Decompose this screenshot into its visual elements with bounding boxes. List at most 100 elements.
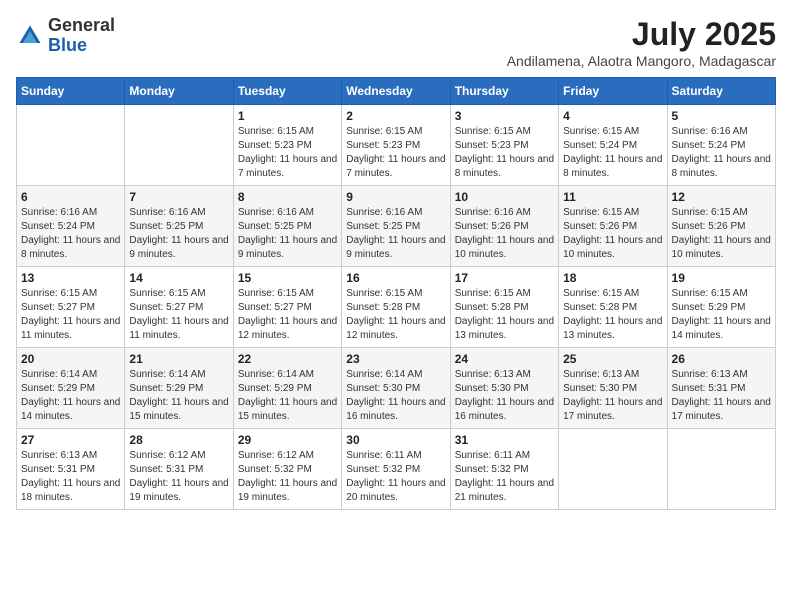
day-detail: Sunrise: 6:15 AMSunset: 5:28 PMDaylight:… xyxy=(455,287,554,343)
calendar-cell: 25 Sunrise: 6:13 AMSunset: 5:30 PMDayligh… xyxy=(559,348,667,429)
day-number: 24 xyxy=(455,352,554,366)
day-number: 7 xyxy=(129,190,228,204)
calendar-cell: 1 Sunrise: 6:15 AMSunset: 5:23 PMDaylight… xyxy=(233,105,341,186)
day-detail: Sunrise: 6:13 AMSunset: 5:30 PMDaylight:… xyxy=(563,368,662,424)
day-detail: Sunrise: 6:16 AMSunset: 5:24 PMDaylight:… xyxy=(21,206,120,262)
day-detail: Sunrise: 6:16 AMSunset: 5:26 PMDaylight:… xyxy=(455,206,554,262)
day-detail: Sunrise: 6:16 AMSunset: 5:25 PMDaylight:… xyxy=(238,206,337,262)
day-number: 2 xyxy=(346,109,445,123)
day-number: 20 xyxy=(21,352,120,366)
day-number: 25 xyxy=(563,352,662,366)
day-detail: Sunrise: 6:15 AMSunset: 5:27 PMDaylight:… xyxy=(129,287,228,343)
day-detail: Sunrise: 6:11 AMSunset: 5:32 PMDaylight:… xyxy=(346,449,445,505)
calendar-cell: 31Sunrise: 6:11 AMSunset: 5:32 PMDayligh… xyxy=(450,429,558,510)
calendar-cell: 3Sunrise: 6:15 AMSunset: 5:23 PMDaylight… xyxy=(450,105,558,186)
weekday-header: Friday xyxy=(559,78,667,105)
calendar-cell: 2Sunrise: 6:15 AMSunset: 5:23 PMDaylight… xyxy=(342,105,450,186)
calendar-week-row: 6 Sunrise: 6:16 AMSunset: 5:24 PMDaylight… xyxy=(17,186,776,267)
day-number: 1 xyxy=(238,109,337,123)
day-detail: Sunrise: 6:15 AMSunset: 5:26 PMDaylight:… xyxy=(672,206,771,262)
calendar-cell xyxy=(17,105,125,186)
day-detail: Sunrise: 6:16 AMSunset: 5:24 PMDaylight:… xyxy=(672,125,771,181)
calendar-cell: 8 Sunrise: 6:16 AMSunset: 5:25 PMDaylight… xyxy=(233,186,341,267)
day-number: 21 xyxy=(129,352,228,366)
calendar-cell xyxy=(559,429,667,510)
month-year: July 2025 xyxy=(507,16,776,53)
day-number: 8 xyxy=(238,190,337,204)
day-detail: Sunrise: 6:13 AMSunset: 5:30 PMDaylight:… xyxy=(455,368,554,424)
calendar-cell: 20 Sunrise: 6:14 AMSunset: 5:29 PMDayligh… xyxy=(17,348,125,429)
calendar-cell: 12 Sunrise: 6:15 AMSunset: 5:26 PMDayligh… xyxy=(667,186,775,267)
logo-blue: Blue xyxy=(48,35,87,55)
day-number: 30 xyxy=(346,433,445,447)
weekday-header: Tuesday xyxy=(233,78,341,105)
day-number: 15 xyxy=(238,271,337,285)
calendar-cell: 28Sunrise: 6:12 AMSunset: 5:31 PMDayligh… xyxy=(125,429,233,510)
day-detail: Sunrise: 6:13 AMSunset: 5:31 PMDaylight:… xyxy=(21,449,120,505)
day-number: 6 xyxy=(21,190,120,204)
day-number: 19 xyxy=(672,271,771,285)
calendar-cell: 4Sunrise: 6:15 AMSunset: 5:24 PMDaylight… xyxy=(559,105,667,186)
day-number: 9 xyxy=(346,190,445,204)
day-number: 22 xyxy=(238,352,337,366)
day-number: 16 xyxy=(346,271,445,285)
calendar-cell: 24 Sunrise: 6:13 AMSunset: 5:30 PMDayligh… xyxy=(450,348,558,429)
day-detail: Sunrise: 6:15 AMSunset: 5:28 PMDaylight:… xyxy=(346,287,445,343)
logo-text: General Blue xyxy=(48,16,115,56)
day-number: 5 xyxy=(672,109,771,123)
calendar-week-row: 1 Sunrise: 6:15 AMSunset: 5:23 PMDaylight… xyxy=(17,105,776,186)
day-detail: Sunrise: 6:15 AMSunset: 5:24 PMDaylight:… xyxy=(563,125,662,181)
calendar-cell: 16 Sunrise: 6:15 AMSunset: 5:28 PMDayligh… xyxy=(342,267,450,348)
calendar-week-row: 20 Sunrise: 6:14 AMSunset: 5:29 PMDayligh… xyxy=(17,348,776,429)
weekday-header: Thursday xyxy=(450,78,558,105)
calendar-cell: 26Sunrise: 6:13 AMSunset: 5:31 PMDayligh… xyxy=(667,348,775,429)
day-detail: Sunrise: 6:15 AMSunset: 5:27 PMDaylight:… xyxy=(238,287,337,343)
calendar-cell: 29 Sunrise: 6:12 AMSunset: 5:32 PMDayligh… xyxy=(233,429,341,510)
day-number: 17 xyxy=(455,271,554,285)
calendar-cell: 21 Sunrise: 6:14 AMSunset: 5:29 PMDayligh… xyxy=(125,348,233,429)
day-number: 14 xyxy=(129,271,228,285)
calendar-cell: 22 Sunrise: 6:14 AMSunset: 5:29 PMDayligh… xyxy=(233,348,341,429)
weekday-header: Wednesday xyxy=(342,78,450,105)
calendar-cell: 17 Sunrise: 6:15 AMSunset: 5:28 PMDayligh… xyxy=(450,267,558,348)
weekday-header: Saturday xyxy=(667,78,775,105)
calendar-cell: 15 Sunrise: 6:15 AMSunset: 5:27 PMDayligh… xyxy=(233,267,341,348)
weekday-header: Monday xyxy=(125,78,233,105)
day-detail: Sunrise: 6:13 AMSunset: 5:31 PMDaylight:… xyxy=(672,368,771,424)
day-detail: Sunrise: 6:12 AMSunset: 5:32 PMDaylight:… xyxy=(238,449,337,505)
day-number: 27 xyxy=(21,433,120,447)
calendar-week-row: 27 Sunrise: 6:13 AMSunset: 5:31 PMDayligh… xyxy=(17,429,776,510)
day-detail: Sunrise: 6:15 AMSunset: 5:29 PMDaylight:… xyxy=(672,287,771,343)
weekday-header-row: SundayMondayTuesdayWednesdayThursdayFrid… xyxy=(17,78,776,105)
calendar-cell: 19 Sunrise: 6:15 AMSunset: 5:29 PMDayligh… xyxy=(667,267,775,348)
logo-icon xyxy=(16,22,44,50)
title-block: July 2025 Andilamena, Alaotra Mangoro, M… xyxy=(507,16,776,69)
day-number: 29 xyxy=(238,433,337,447)
day-detail: Sunrise: 6:14 AMSunset: 5:29 PMDaylight:… xyxy=(129,368,228,424)
day-number: 28 xyxy=(129,433,228,447)
day-number: 31 xyxy=(455,433,554,447)
calendar-table: SundayMondayTuesdayWednesdayThursdayFrid… xyxy=(16,77,776,510)
calendar-cell: 13 Sunrise: 6:15 AMSunset: 5:27 PMDayligh… xyxy=(17,267,125,348)
day-number: 10 xyxy=(455,190,554,204)
location: Andilamena, Alaotra Mangoro, Madagascar xyxy=(507,53,776,69)
calendar-cell: 30 Sunrise: 6:11 AMSunset: 5:32 PMDayligh… xyxy=(342,429,450,510)
day-detail: Sunrise: 6:14 AMSunset: 5:29 PMDaylight:… xyxy=(21,368,120,424)
calendar-cell: 6 Sunrise: 6:16 AMSunset: 5:24 PMDaylight… xyxy=(17,186,125,267)
day-number: 12 xyxy=(672,190,771,204)
day-number: 23 xyxy=(346,352,445,366)
logo-general: General xyxy=(48,15,115,35)
day-number: 13 xyxy=(21,271,120,285)
logo: General Blue xyxy=(16,16,115,56)
day-number: 3 xyxy=(455,109,554,123)
day-detail: Sunrise: 6:16 AMSunset: 5:25 PMDaylight:… xyxy=(346,206,445,262)
calendar-cell: 14 Sunrise: 6:15 AMSunset: 5:27 PMDayligh… xyxy=(125,267,233,348)
day-detail: Sunrise: 6:14 AMSunset: 5:29 PMDaylight:… xyxy=(238,368,337,424)
calendar-cell: 9 Sunrise: 6:16 AMSunset: 5:25 PMDaylight… xyxy=(342,186,450,267)
day-detail: Sunrise: 6:15 AMSunset: 5:28 PMDaylight:… xyxy=(563,287,662,343)
day-detail: Sunrise: 6:15 AMSunset: 5:23 PMDaylight:… xyxy=(238,125,337,181)
calendar-cell xyxy=(125,105,233,186)
calendar-cell: 5 Sunrise: 6:16 AMSunset: 5:24 PMDaylight… xyxy=(667,105,775,186)
day-detail: Sunrise: 6:15 AMSunset: 5:27 PMDaylight:… xyxy=(21,287,120,343)
calendar-cell: 11Sunrise: 6:15 AMSunset: 5:26 PMDayligh… xyxy=(559,186,667,267)
